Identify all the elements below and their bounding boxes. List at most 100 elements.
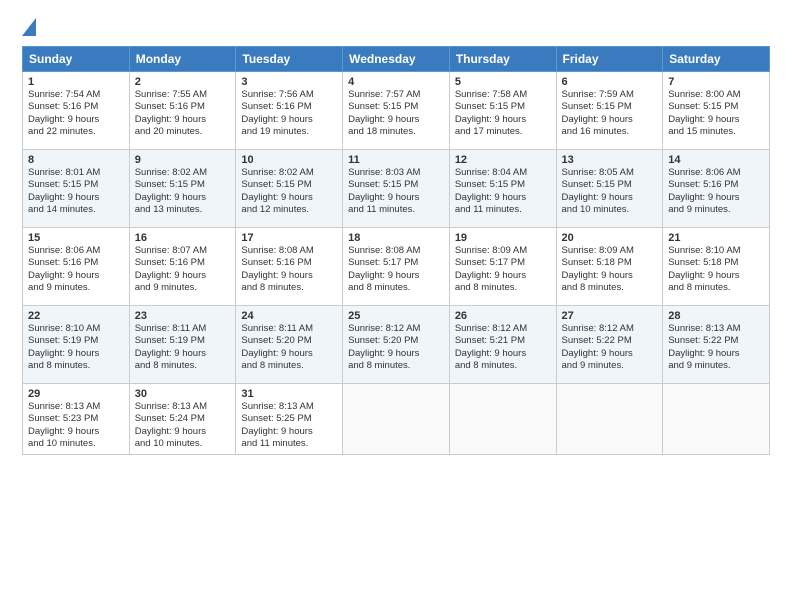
day-info-line: Sunset: 5:20 PM xyxy=(348,335,444,347)
day-number: 23 xyxy=(135,310,231,322)
day-info-line: Sunset: 5:16 PM xyxy=(241,257,337,269)
day-info-line: Daylight: 9 hours xyxy=(28,426,124,438)
calendar-week-2: 8Sunrise: 8:01 AMSunset: 5:15 PMDaylight… xyxy=(23,150,770,228)
day-info-line: Sunrise: 8:08 AM xyxy=(241,245,337,257)
logo-icon xyxy=(22,18,36,36)
day-number: 25 xyxy=(348,310,444,322)
day-number: 11 xyxy=(348,154,444,166)
day-number: 16 xyxy=(135,232,231,244)
day-info-line: Daylight: 9 hours xyxy=(668,192,764,204)
day-number: 26 xyxy=(455,310,551,322)
day-info-line: Sunset: 5:22 PM xyxy=(668,335,764,347)
day-info-line: and 8 minutes. xyxy=(28,360,124,372)
day-number: 4 xyxy=(348,76,444,88)
calendar-cell: 4Sunrise: 7:57 AMSunset: 5:15 PMDaylight… xyxy=(343,72,450,150)
day-info-line: Sunrise: 8:09 AM xyxy=(455,245,551,257)
day-number: 21 xyxy=(668,232,764,244)
day-info-line: Sunrise: 7:57 AM xyxy=(348,89,444,101)
day-info-line: Sunset: 5:20 PM xyxy=(241,335,337,347)
day-info-line: and 20 minutes. xyxy=(135,126,231,138)
day-info-line: Sunset: 5:15 PM xyxy=(348,179,444,191)
calendar-cell xyxy=(663,384,770,455)
day-info-line: Sunset: 5:18 PM xyxy=(668,257,764,269)
day-info-line: Daylight: 9 hours xyxy=(348,270,444,282)
day-info-line: and 16 minutes. xyxy=(562,126,658,138)
day-info-line: Sunrise: 7:56 AM xyxy=(241,89,337,101)
calendar-cell: 27Sunrise: 8:12 AMSunset: 5:22 PMDayligh… xyxy=(556,306,663,384)
day-info-line: and 18 minutes. xyxy=(348,126,444,138)
day-info-line: Daylight: 9 hours xyxy=(241,426,337,438)
calendar-cell: 12Sunrise: 8:04 AMSunset: 5:15 PMDayligh… xyxy=(449,150,556,228)
day-info-line: Sunset: 5:25 PM xyxy=(241,413,337,425)
calendar-cell: 30Sunrise: 8:13 AMSunset: 5:24 PMDayligh… xyxy=(129,384,236,455)
day-info-line: Sunset: 5:21 PM xyxy=(455,335,551,347)
calendar-cell: 7Sunrise: 8:00 AMSunset: 5:15 PMDaylight… xyxy=(663,72,770,150)
day-info-line: Daylight: 9 hours xyxy=(668,114,764,126)
day-info-line: Sunset: 5:15 PM xyxy=(455,101,551,113)
day-info-line: Sunset: 5:16 PM xyxy=(241,101,337,113)
day-info-line: and 8 minutes. xyxy=(668,282,764,294)
day-info-line: Sunrise: 8:00 AM xyxy=(668,89,764,101)
day-info-line: Sunrise: 8:03 AM xyxy=(348,167,444,179)
calendar-cell: 11Sunrise: 8:03 AMSunset: 5:15 PMDayligh… xyxy=(343,150,450,228)
day-info-line: Sunset: 5:23 PM xyxy=(28,413,124,425)
day-info-line: Sunrise: 8:10 AM xyxy=(668,245,764,257)
day-number: 10 xyxy=(241,154,337,166)
calendar-cell: 6Sunrise: 7:59 AMSunset: 5:15 PMDaylight… xyxy=(556,72,663,150)
day-info-line: Sunrise: 8:13 AM xyxy=(135,401,231,413)
calendar-table: SundayMondayTuesdayWednesdayThursdayFrid… xyxy=(22,46,770,455)
day-info-line: Sunset: 5:16 PM xyxy=(28,257,124,269)
calendar-cell: 2Sunrise: 7:55 AMSunset: 5:16 PMDaylight… xyxy=(129,72,236,150)
day-info-line: and 8 minutes. xyxy=(241,282,337,294)
day-info-line: and 11 minutes. xyxy=(241,438,337,450)
day-info-line: Sunset: 5:15 PM xyxy=(562,179,658,191)
calendar-cell: 14Sunrise: 8:06 AMSunset: 5:16 PMDayligh… xyxy=(663,150,770,228)
day-info-line: and 19 minutes. xyxy=(241,126,337,138)
calendar-cell: 20Sunrise: 8:09 AMSunset: 5:18 PMDayligh… xyxy=(556,228,663,306)
day-info-line: Daylight: 9 hours xyxy=(455,270,551,282)
calendar-cell: 15Sunrise: 8:06 AMSunset: 5:16 PMDayligh… xyxy=(23,228,130,306)
day-number: 1 xyxy=(28,76,124,88)
day-info-line: and 15 minutes. xyxy=(668,126,764,138)
day-info-line: Sunrise: 8:07 AM xyxy=(135,245,231,257)
calendar-cell: 10Sunrise: 8:02 AMSunset: 5:15 PMDayligh… xyxy=(236,150,343,228)
day-info-line: Daylight: 9 hours xyxy=(135,426,231,438)
day-info-line: Daylight: 9 hours xyxy=(241,192,337,204)
day-info-line: Sunset: 5:19 PM xyxy=(28,335,124,347)
calendar-week-4: 22Sunrise: 8:10 AMSunset: 5:19 PMDayligh… xyxy=(23,306,770,384)
day-info-line: and 10 minutes. xyxy=(135,438,231,450)
day-info-line: Sunrise: 8:13 AM xyxy=(668,323,764,335)
calendar-page: SundayMondayTuesdayWednesdayThursdayFrid… xyxy=(0,0,792,467)
logo xyxy=(22,18,40,36)
day-info-line: Sunset: 5:17 PM xyxy=(348,257,444,269)
header xyxy=(22,18,770,36)
day-info-line: Daylight: 9 hours xyxy=(28,192,124,204)
day-info-line: Sunrise: 8:13 AM xyxy=(28,401,124,413)
weekday-monday: Monday xyxy=(129,47,236,72)
day-info-line: Sunrise: 7:59 AM xyxy=(562,89,658,101)
day-info-line: Daylight: 9 hours xyxy=(241,270,337,282)
day-number: 5 xyxy=(455,76,551,88)
day-info-line: Daylight: 9 hours xyxy=(562,114,658,126)
day-info-line: and 11 minutes. xyxy=(348,204,444,216)
day-info-line: Daylight: 9 hours xyxy=(348,348,444,360)
calendar-cell: 16Sunrise: 8:07 AMSunset: 5:16 PMDayligh… xyxy=(129,228,236,306)
day-number: 2 xyxy=(135,76,231,88)
day-number: 20 xyxy=(562,232,658,244)
calendar-cell: 24Sunrise: 8:11 AMSunset: 5:20 PMDayligh… xyxy=(236,306,343,384)
day-number: 30 xyxy=(135,388,231,400)
day-info-line: Sunset: 5:17 PM xyxy=(455,257,551,269)
calendar-cell: 1Sunrise: 7:54 AMSunset: 5:16 PMDaylight… xyxy=(23,72,130,150)
day-info-line: Sunset: 5:15 PM xyxy=(668,101,764,113)
day-info-line: Sunrise: 7:58 AM xyxy=(455,89,551,101)
day-info-line: and 14 minutes. xyxy=(28,204,124,216)
day-info-line: Daylight: 9 hours xyxy=(455,114,551,126)
day-number: 15 xyxy=(28,232,124,244)
day-info-line: Daylight: 9 hours xyxy=(28,270,124,282)
day-info-line: Daylight: 9 hours xyxy=(455,192,551,204)
day-number: 19 xyxy=(455,232,551,244)
day-info-line: and 8 minutes. xyxy=(348,360,444,372)
day-info-line: Sunset: 5:15 PM xyxy=(135,179,231,191)
day-info-line: and 9 minutes. xyxy=(668,360,764,372)
day-info-line: Daylight: 9 hours xyxy=(668,348,764,360)
